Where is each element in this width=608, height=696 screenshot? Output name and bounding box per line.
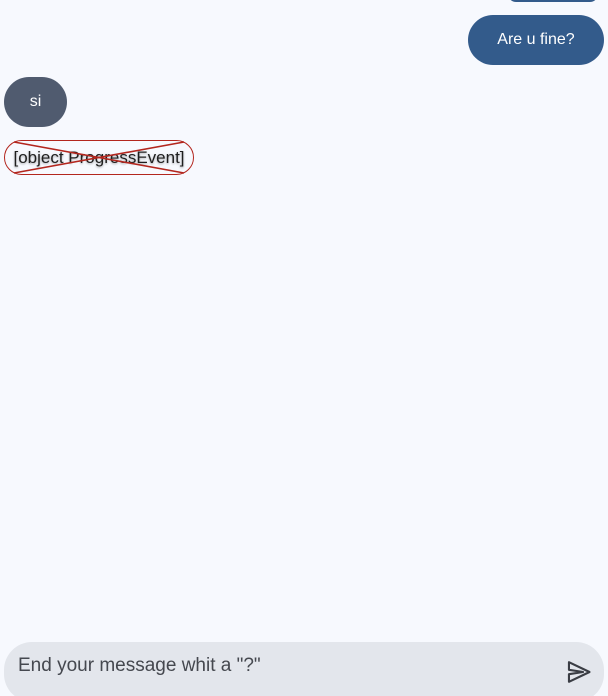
- error-cross-icon: [13, 141, 185, 174]
- previous-user-bubble: [508, 0, 598, 2]
- message-composer: [4, 642, 604, 696]
- assistant-message-bubble: si: [4, 77, 67, 127]
- chat-app: Are u fine? si [object ProgressEvent]: [0, 0, 608, 696]
- assistant-message-text: si: [29, 93, 42, 110]
- send-button[interactable]: [562, 655, 596, 689]
- user-message-text: Are u fine?: [497, 31, 575, 48]
- user-message-bubble: Are u fine?: [468, 15, 604, 65]
- message-list: Are u fine? si [object ProgressEvent]: [0, 0, 608, 630]
- send-icon: [567, 661, 591, 683]
- message-input[interactable]: [18, 650, 538, 682]
- error-message-bubble: [object ProgressEvent]: [4, 140, 194, 175]
